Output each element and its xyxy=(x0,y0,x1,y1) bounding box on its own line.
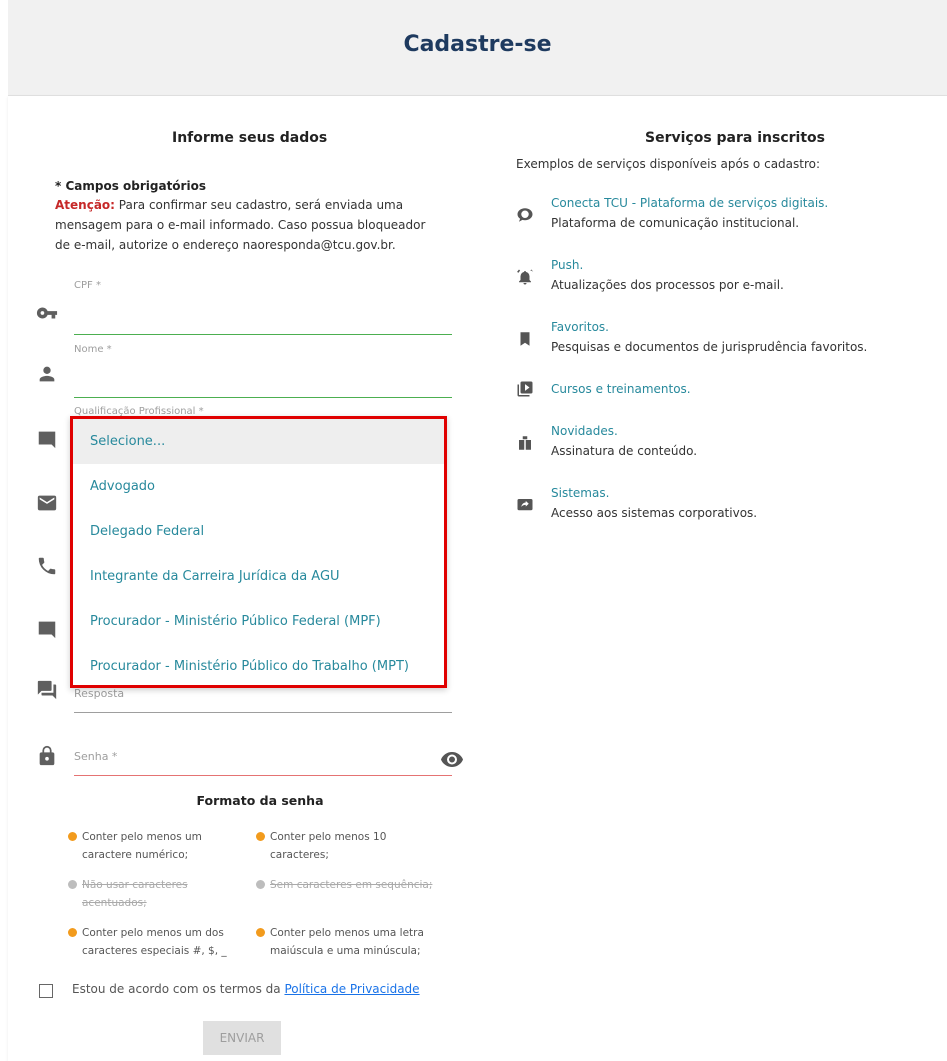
rule-status-dot-icon xyxy=(256,832,265,841)
rule-text: Sem caracteres em sequência; xyxy=(270,879,433,891)
message-icon xyxy=(36,618,58,640)
rule-text-2: acentuados; xyxy=(82,897,147,909)
service-description: Assinatura de conteúdo. xyxy=(551,444,698,458)
agreement-label: Estou de acordo com os termos da xyxy=(72,982,281,996)
rule-status-dot-icon xyxy=(256,880,265,889)
agreement-text: Estou de acordo com os termos da Polític… xyxy=(72,982,420,996)
rule-text: Conter pelo menos 10 xyxy=(270,831,387,843)
submit-button[interactable]: ENVIAR xyxy=(203,1021,281,1055)
rule-text-2: caracteres; xyxy=(270,849,329,861)
dropdown-option[interactable]: Selecione... xyxy=(73,419,444,464)
privacy-policy-link[interactable]: Política de Privacidade xyxy=(284,982,419,996)
attention-line-1: Atenção: Para confirmar seu cadastro, se… xyxy=(55,195,403,215)
alarm-bell-icon xyxy=(516,268,534,286)
service-link[interactable]: Favoritos. xyxy=(551,320,609,334)
key-icon xyxy=(36,302,58,324)
dropdown-options: Selecione... Advogado Delegado Federal Inte… xyxy=(73,419,444,685)
dropdown-option[interactable]: Advogado xyxy=(73,464,444,509)
chat-bubble-icon xyxy=(516,206,534,224)
resposta-input[interactable] xyxy=(74,712,452,713)
required-note: * Campos obrigatórios xyxy=(55,179,206,193)
video-library-icon xyxy=(516,380,534,398)
show-password-icon[interactable] xyxy=(440,747,464,771)
dropdown-option[interactable]: Delegado Federal xyxy=(73,509,444,554)
email-icon xyxy=(36,492,58,514)
dropdown-option[interactable]: Procurador - Ministério Público do Traba… xyxy=(73,644,444,685)
screen-share-icon xyxy=(516,496,534,514)
rule-text-2: caractere numérico; xyxy=(82,849,189,861)
senha-input[interactable] xyxy=(74,775,452,776)
attention-line-2: mensagem para o e-mail informado. Caso p… xyxy=(55,218,426,232)
service-link[interactable]: Conecta TCU - Plataforma de serviços dig… xyxy=(551,196,828,210)
dropdown-option[interactable]: Integrante da Carreira Jurídica da AGU xyxy=(73,554,444,599)
attention-label: Atenção: xyxy=(55,198,115,212)
page-title: Cadastre-se xyxy=(403,32,552,57)
password-rule: Conter pelo menos 10 caracteres; xyxy=(256,828,436,864)
service-description: Acesso aos sistemas corporativos. xyxy=(551,506,758,520)
password-rule: Sem caracteres em sequência; xyxy=(256,876,436,894)
service-description: Plataforma de comunicação institucional. xyxy=(551,216,800,230)
rule-text-2: maiúscula e uma minúscula; xyxy=(270,945,421,957)
person-icon xyxy=(36,363,58,385)
service-link[interactable]: Push. xyxy=(551,258,583,272)
service-link[interactable]: Novidades. xyxy=(551,424,618,438)
page-header: Cadastre-se xyxy=(8,0,947,96)
bookmark-icon xyxy=(516,330,534,348)
forum-icon xyxy=(36,679,58,701)
service-description: Pesquisas e documentos de jurisprudência… xyxy=(551,340,868,354)
privacy-checkbox[interactable] xyxy=(39,984,53,998)
mailbox-icon xyxy=(516,434,534,452)
cpf-input[interactable] xyxy=(74,334,452,335)
rule-text: Conter pelo menos um xyxy=(82,831,202,843)
resposta-label: Resposta xyxy=(74,687,125,700)
attention-line-3: de e-mail, autorize o endereço naorespon… xyxy=(55,238,396,252)
rule-text-2: caracteres especiais #, $, _ xyxy=(82,945,227,957)
comment-icon xyxy=(36,428,58,450)
lock-icon xyxy=(36,745,58,767)
form-heading: Informe seus dados xyxy=(172,130,328,146)
qualificacao-dropdown[interactable]: Selecione... Advogado Delegado Federal Inte… xyxy=(70,416,447,688)
service-link[interactable]: Cursos e treinamentos. xyxy=(551,382,691,396)
attention-text-1: Para confirmar seu cadastro, será enviad… xyxy=(118,198,404,212)
dropdown-option[interactable]: Procurador - Ministério Público Federal … xyxy=(73,599,444,644)
rule-text: Conter pelo menos uma letra xyxy=(270,927,424,939)
rule-text: Não usar caracteres xyxy=(82,879,188,891)
rule-status-dot-icon xyxy=(68,928,77,937)
rule-text: Conter pelo menos um dos xyxy=(82,927,224,939)
rule-status-dot-icon xyxy=(68,880,77,889)
nome-input[interactable] xyxy=(74,397,452,398)
senha-label: Senha * xyxy=(74,750,118,763)
rule-status-dot-icon xyxy=(68,832,77,841)
nome-label: Nome * xyxy=(74,344,112,355)
password-rule: Não usar caracteres acentuados; xyxy=(68,876,248,912)
service-link[interactable]: Sistemas. xyxy=(551,486,609,500)
phone-icon xyxy=(36,555,58,577)
password-format-title: Formato da senha xyxy=(196,793,324,808)
services-subtitle: Exemplos de serviços disponíveis após o … xyxy=(516,157,821,171)
password-rule: Conter pelo menos um caractere numérico; xyxy=(68,828,248,864)
service-description: Atualizações dos processos por e-mail. xyxy=(551,278,784,292)
services-heading: Serviços para inscritos xyxy=(645,130,825,146)
password-rule: Conter pelo menos uma letra maiúscula e u… xyxy=(256,924,436,960)
cpf-label: CPF * xyxy=(74,280,101,291)
rule-status-dot-icon xyxy=(256,928,265,937)
password-rule: Conter pelo menos um dos caracteres espec… xyxy=(68,924,248,960)
